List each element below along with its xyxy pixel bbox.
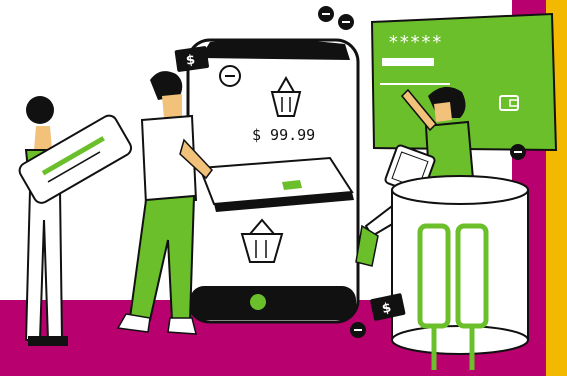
online-shopping-illustration: ***** $ 99.99 $ $ (0, 0, 567, 376)
minus-badge-icon (338, 14, 354, 30)
phone-home-button (250, 294, 266, 310)
minus-badge-icon (510, 144, 526, 160)
minus-badge-icon (219, 65, 241, 87)
dollar-tag-icon: $ (174, 46, 209, 72)
phone-bottom-bar (190, 286, 356, 320)
large-card (18, 114, 133, 204)
card-magstripe (382, 58, 434, 66)
card-masked-number: ***** (388, 32, 442, 53)
minus-badge-icon (318, 6, 334, 22)
minus-badge-icon (350, 322, 366, 338)
product-price: $ 99.99 (252, 126, 315, 144)
